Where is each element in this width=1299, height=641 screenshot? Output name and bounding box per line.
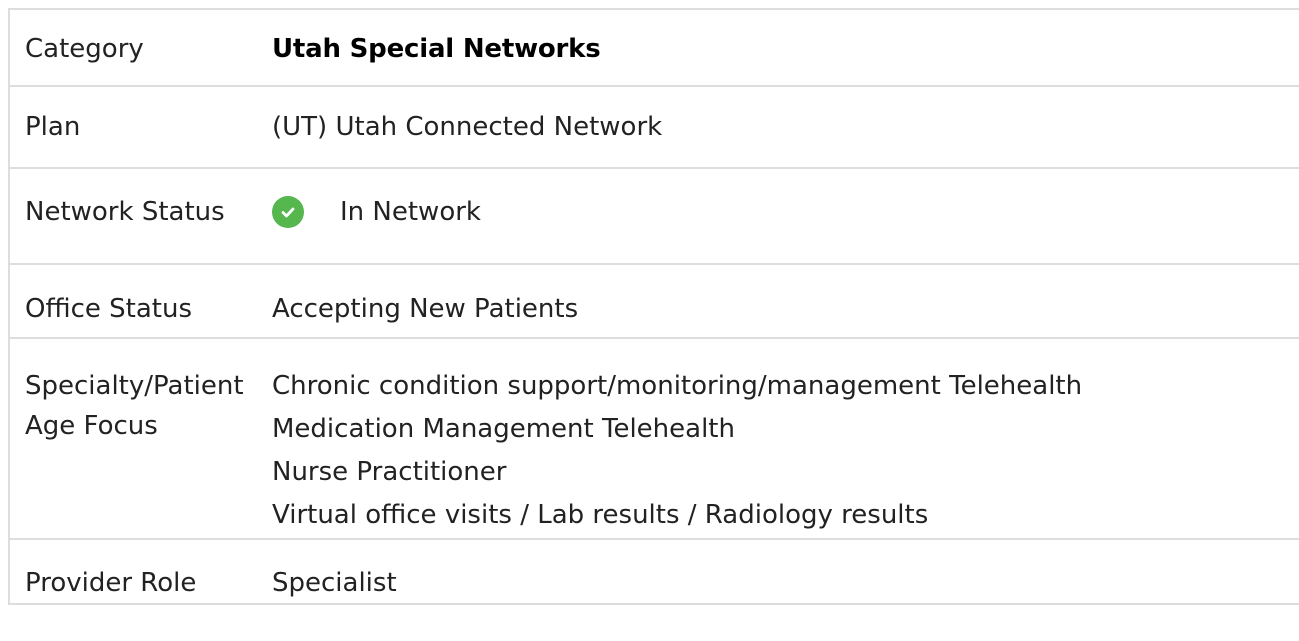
- specialty-item: Medication Management Telehealth: [272, 414, 735, 444]
- specialty-values-cell: Chronic condition support/monitoring/man…: [272, 338, 1299, 540]
- specialty-item: Nurse Practitioner: [272, 457, 507, 487]
- category-label: Category: [9, 9, 272, 87]
- specialty-row: Specialty/Patient Age Focus Chronic cond…: [9, 338, 1299, 540]
- specialty-item: Chronic condition support/monitoring/man…: [272, 371, 1083, 401]
- plan-value: (UT) Utah Connected Network: [272, 86, 1299, 169]
- network-status-row: Network Status In Network: [9, 168, 1299, 265]
- office-status-label: Office Status: [9, 264, 272, 339]
- office-status-value: Accepting New Patients: [272, 264, 1299, 339]
- plan-row: Plan (UT) Utah Connected Network: [9, 86, 1299, 169]
- plan-label: Plan: [9, 86, 272, 169]
- specialty-label: Specialty/Patient Age Focus: [9, 338, 272, 540]
- network-status-label: Network Status: [9, 168, 272, 265]
- network-status-value: In Network: [340, 197, 481, 227]
- category-row: Category Utah Special Networks: [9, 9, 1299, 87]
- check-circle-icon: [272, 196, 304, 228]
- office-status-row: Office Status Accepting New Patients: [9, 264, 1299, 339]
- provider-role-row: Provider Role Specialist: [9, 539, 1299, 605]
- provider-role-label: Provider Role: [9, 539, 272, 605]
- specialty-item: Virtual office visits / Lab results / Ra…: [272, 500, 929, 530]
- specialty-list: Chronic condition support/monitoring/man…: [272, 366, 1299, 535]
- network-status-cell: In Network: [272, 168, 1299, 265]
- network-status-wrap: In Network: [272, 192, 1299, 232]
- provider-role-value: Specialist: [272, 539, 1299, 605]
- provider-detail-table: Category Utah Special Networks Plan (UT)…: [8, 8, 1299, 605]
- category-value: Utah Special Networks: [272, 9, 1299, 87]
